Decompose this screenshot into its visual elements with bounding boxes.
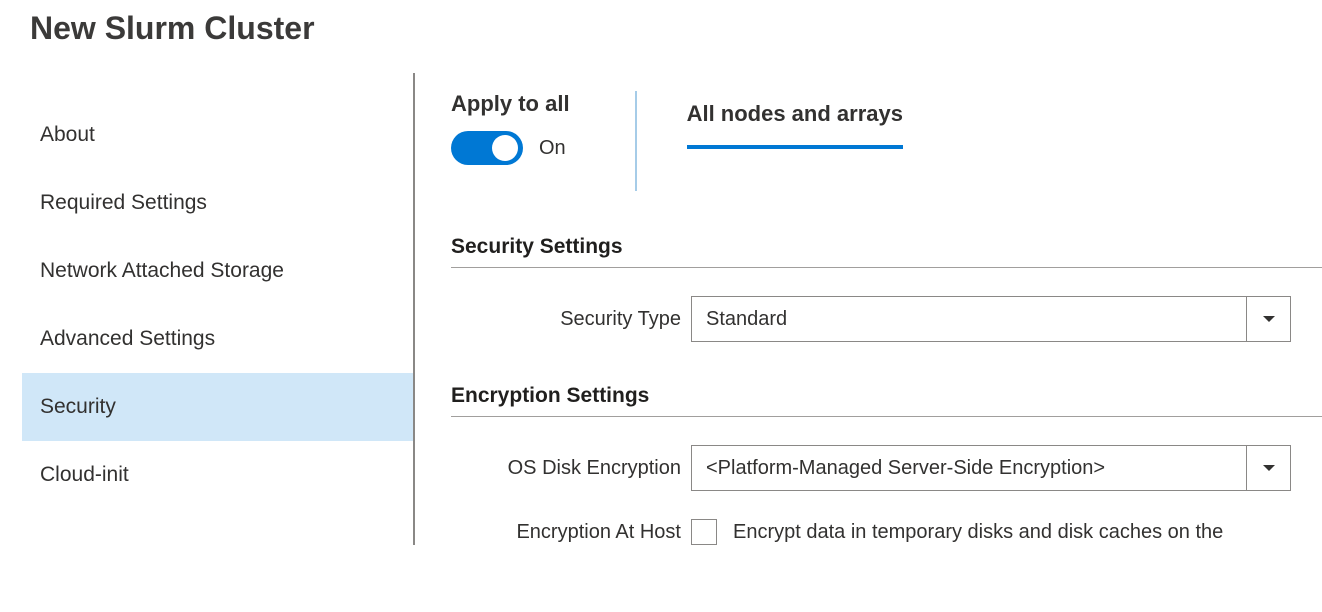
label-encryption-at-host: Encryption At Host [451, 521, 691, 544]
page-title: New Slurm Cluster [0, 0, 1322, 59]
apply-to-all-toggle[interactable] [451, 131, 523, 165]
chevron-down-icon[interactable] [1246, 446, 1290, 490]
content-wrapper: About Required Settings Network Attached… [0, 73, 1322, 545]
form-row-encryption-at-host: Encryption At Host Encrypt data in tempo… [451, 519, 1322, 545]
select-security-type-value: Standard [692, 297, 1246, 341]
select-os-disk-encryption[interactable]: <Platform-Managed Server-Side Encryption… [691, 445, 1291, 491]
sidebar-item-security[interactable]: Security [22, 373, 413, 441]
select-security-type[interactable]: Standard [691, 296, 1291, 342]
top-row: Apply to all On All nodes and arrays [451, 91, 1322, 191]
main-panel: Apply to all On All nodes and arrays Sec… [415, 73, 1322, 545]
sidebar-item-about[interactable]: About [22, 101, 413, 169]
form-row-security-type: Security Type Standard [451, 296, 1322, 342]
sidebar-item-network-attached-storage[interactable]: Network Attached Storage [22, 237, 413, 305]
tab-all-nodes-and-arrays[interactable]: All nodes and arrays [687, 101, 903, 149]
section-title-encryption: Encryption Settings [451, 384, 1322, 417]
sidebar-item-cloud-init[interactable]: Cloud-init [22, 441, 413, 509]
tab-area: All nodes and arrays [687, 91, 903, 149]
apply-to-all-label: Apply to all [451, 91, 570, 117]
sidebar-item-advanced-settings[interactable]: Advanced Settings [22, 305, 413, 373]
select-os-disk-encryption-value: <Platform-Managed Server-Side Encryption… [692, 446, 1246, 490]
sidebar-item-required-settings[interactable]: Required Settings [22, 169, 413, 237]
toggle-state-label: On [539, 137, 566, 160]
apply-to-all-block: Apply to all On [451, 91, 625, 165]
sidebar: About Required Settings Network Attached… [0, 73, 415, 545]
form-row-os-disk-encryption: OS Disk Encryption <Platform-Managed Ser… [451, 445, 1322, 491]
checkbox-encryption-at-host-description: Encrypt data in temporary disks and disk… [733, 521, 1223, 544]
label-os-disk-encryption: OS Disk Encryption [451, 457, 691, 480]
vertical-divider [635, 91, 637, 191]
section-title-security: Security Settings [451, 235, 1322, 268]
toggle-row: On [451, 131, 570, 165]
checkbox-encryption-at-host[interactable] [691, 519, 717, 545]
toggle-thumb [492, 135, 518, 161]
label-security-type: Security Type [451, 308, 691, 331]
chevron-down-icon[interactable] [1246, 297, 1290, 341]
